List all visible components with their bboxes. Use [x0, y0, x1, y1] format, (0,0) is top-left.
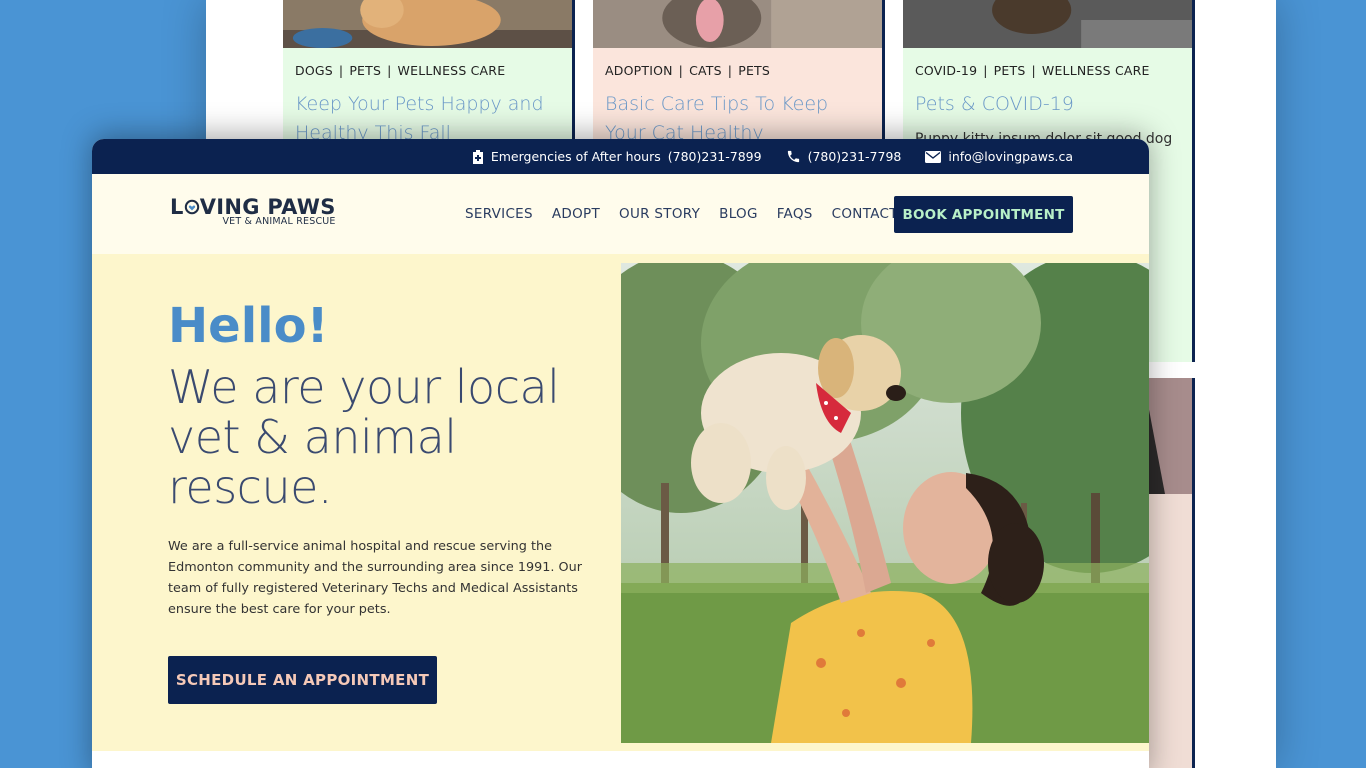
category-link[interactable]: PETS — [349, 63, 381, 78]
category-link[interactable]: PETS — [738, 63, 770, 78]
envelope-icon — [925, 150, 942, 163]
category-link[interactable]: PETS — [994, 63, 1026, 78]
hero-greeting: Hello! — [168, 298, 329, 354]
logo-text-start: L — [170, 195, 184, 219]
nav-item-contact[interactable]: CONTACT — [832, 206, 898, 222]
blog-card-categories: ADOPTION | CATS | PETS — [605, 63, 771, 78]
blog-card-title[interactable]: Pets & COVID-19 — [903, 78, 1192, 119]
emergency-phone[interactable]: (780)231-7899 — [668, 149, 762, 164]
hero-intro: We are a full-service animal hospital an… — [168, 539, 582, 617]
emergency-contact[interactable]: Emergencies of After hours (780)231-7899 — [472, 149, 762, 164]
blog-card-title[interactable]: Keep Your Pets Happy and Healthy This Fa… — [283, 78, 572, 148]
nav-menu: SERVICES ADOPT OUR STORY BLOG FAQS CONTA… — [465, 206, 898, 222]
email-contact[interactable]: info@lovingpaws.ca — [925, 149, 1073, 164]
category-link[interactable]: ADOPTION — [605, 63, 673, 78]
main-nav: L VING PAWS VET & ANIMAL RESCUE SERVICES… — [92, 174, 1149, 254]
category-link[interactable]: WELLNESS CARE — [1042, 63, 1150, 78]
blog-card-categories: COVID-19 | PETS | WELLNESS CARE — [915, 63, 1150, 78]
blog-card-categories: DOGS | PETS | WELLNESS CARE — [295, 63, 506, 78]
email-address[interactable]: info@lovingpaws.ca — [948, 149, 1073, 164]
category-link[interactable]: DOGS — [295, 63, 333, 78]
emergency-label: Emergencies of After hours — [490, 149, 661, 164]
hero-headline: We are your local vet & animal rescue. — [168, 360, 560, 514]
nav-item-adopt[interactable]: ADOPT — [552, 206, 600, 222]
hospital-icon — [472, 149, 483, 164]
pet-photo — [903, 0, 1192, 48]
top-contact-bar: Emergencies of After hours (780)231-7899… — [92, 139, 1149, 174]
hero-photo — [621, 263, 1149, 743]
category-link[interactable]: COVID-19 — [915, 63, 977, 78]
nav-item-our-story[interactable]: OUR STORY — [619, 206, 700, 222]
phone-icon — [787, 150, 799, 163]
nav-item-services[interactable]: SERVICES — [465, 206, 533, 222]
category-link[interactable]: WELLNESS CARE — [398, 63, 506, 78]
site-window: Emergencies of After hours (780)231-7899… — [92, 139, 1149, 768]
phone-contact[interactable]: (780)231-7798 — [786, 149, 902, 164]
nav-item-faqs[interactable]: FAQS — [777, 206, 813, 222]
cat-photo — [593, 0, 882, 48]
book-appointment-button[interactable]: BOOK APPOINTMENT — [894, 196, 1073, 233]
below-hero-section — [92, 751, 1149, 768]
hero-section: Hello! We are your local vet & animal re… — [92, 254, 1149, 751]
heart-paw-icon — [184, 199, 199, 215]
schedule-appointment-button[interactable]: SCHEDULE AN APPOINTMENT — [168, 656, 437, 704]
phone-number[interactable]: (780)231-7798 — [808, 149, 902, 164]
hero-photo-woman-with-puppy — [621, 263, 1149, 743]
blog-card-title[interactable]: Basic Care Tips To Keep Your Cat Healthy — [593, 78, 882, 148]
site-logo[interactable]: L VING PAWS VET & ANIMAL RESCUE — [170, 196, 336, 227]
category-link[interactable]: CATS — [689, 63, 722, 78]
dog-photo — [283, 0, 572, 48]
nav-item-blog[interactable]: BLOG — [719, 206, 758, 222]
